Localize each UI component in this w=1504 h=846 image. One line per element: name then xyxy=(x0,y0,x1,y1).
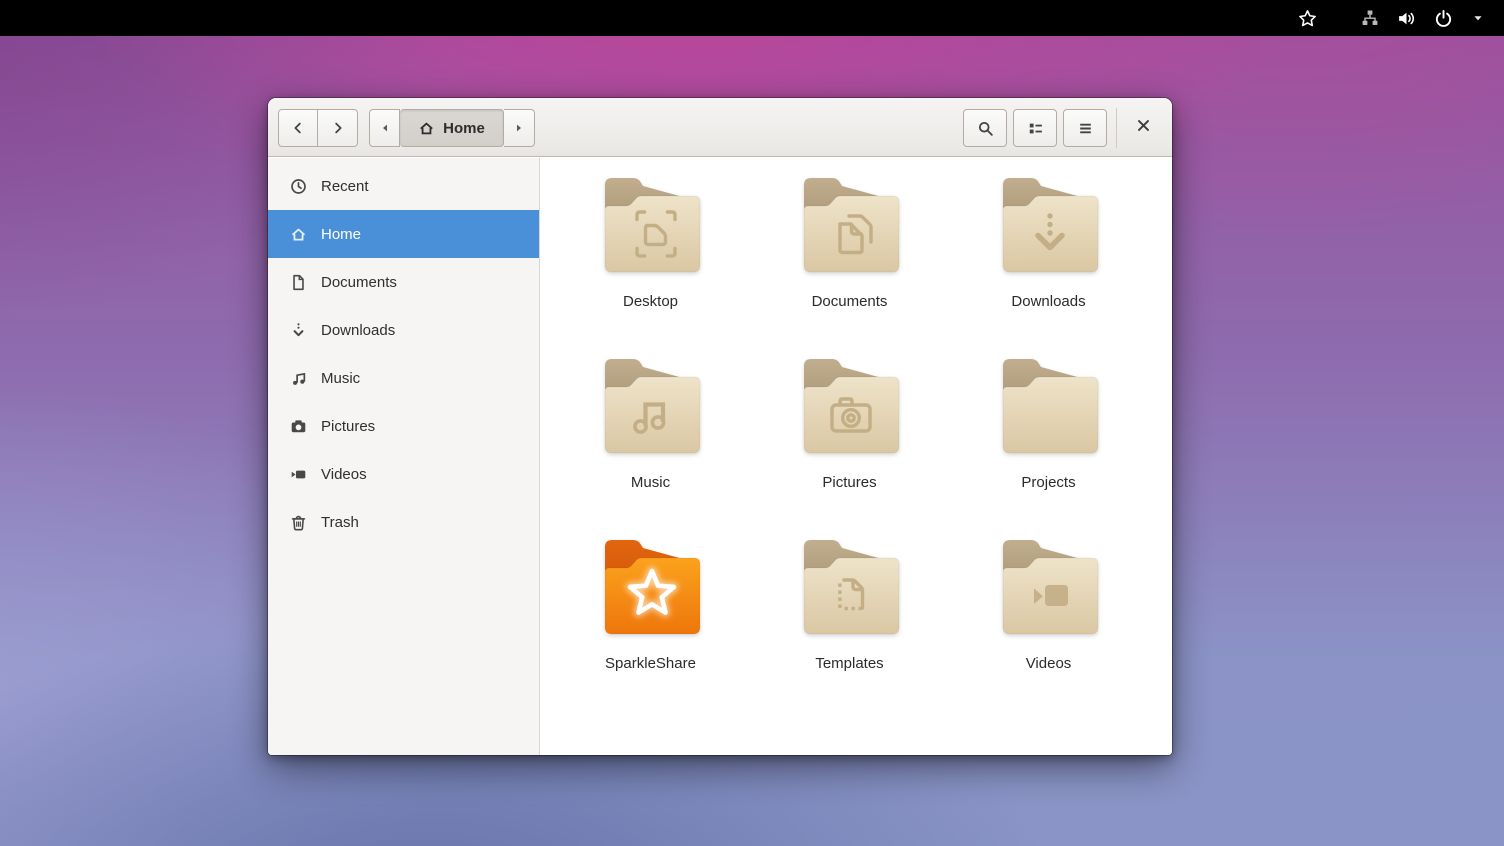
sidebar-item-pictures[interactable]: Pictures xyxy=(268,402,539,450)
mini-arrow-left-icon xyxy=(378,121,392,135)
power-button[interactable] xyxy=(1425,4,1462,32)
favorites-star-button[interactable] xyxy=(1289,4,1326,32)
network-icon xyxy=(1361,9,1379,27)
window-content: Recent Home Documents Downloads Music Picture… xyxy=(268,158,1172,755)
file-label: Downloads xyxy=(1011,293,1085,310)
view-list-icon xyxy=(1027,120,1044,137)
file-projects[interactable]: Projects xyxy=(949,355,1148,491)
home-icon xyxy=(290,226,307,243)
chevron-right-icon xyxy=(330,120,346,136)
music-icon xyxy=(290,370,307,387)
sidebar-item-trash[interactable]: Trash xyxy=(268,498,539,546)
sidebar-item-downloads[interactable]: Downloads xyxy=(268,306,539,354)
forward-button[interactable] xyxy=(318,109,358,147)
sidebar-item-label: Music xyxy=(321,370,360,387)
file-templates[interactable]: Templates xyxy=(750,536,949,672)
session-menu-button[interactable] xyxy=(1462,4,1494,32)
sidebar-item-label: Documents xyxy=(321,274,397,291)
sidebar-item-music[interactable]: Music xyxy=(268,354,539,402)
menu-button[interactable] xyxy=(1063,109,1107,147)
file-label: Projects xyxy=(1021,474,1075,491)
mini-arrow-right-icon xyxy=(512,121,526,135)
desktop-wallpaper: Home xyxy=(0,0,1504,846)
camera-icon xyxy=(290,418,307,435)
sidebar-item-videos[interactable]: Videos xyxy=(268,450,539,498)
headerbar: Home xyxy=(268,98,1172,157)
file-view: Desktop Documents xyxy=(541,158,1172,755)
sidebar-item-label: Pictures xyxy=(321,418,375,435)
volume-icon xyxy=(1397,9,1416,28)
network-button[interactable] xyxy=(1352,4,1388,32)
sidebar-item-label: Trash xyxy=(321,514,359,531)
sidebar-item-documents[interactable]: Documents xyxy=(268,258,539,306)
file-videos[interactable]: Videos xyxy=(949,536,1148,672)
folder-icon xyxy=(997,174,1101,281)
chevron-down-icon xyxy=(1471,11,1485,25)
folder-icon xyxy=(599,355,703,462)
back-button[interactable] xyxy=(278,109,318,147)
folder-icon xyxy=(599,174,703,281)
file-label: Desktop xyxy=(623,293,678,310)
folder-icon xyxy=(599,536,703,643)
sidebar-item-label: Downloads xyxy=(321,322,395,339)
view-toggle-button[interactable] xyxy=(1013,109,1057,147)
path-scroll-left-button[interactable] xyxy=(369,109,400,147)
path-scroll-right-button[interactable] xyxy=(504,109,535,147)
close-button[interactable] xyxy=(1126,111,1160,145)
trash-icon xyxy=(290,514,307,531)
folder-icon xyxy=(997,355,1101,462)
search-icon xyxy=(977,120,994,137)
sidebar-item-label: Home xyxy=(321,226,361,243)
file-documents[interactable]: Documents xyxy=(750,174,949,310)
video-icon xyxy=(290,466,307,483)
home-glyph-icon xyxy=(418,120,435,137)
headerbar-separator xyxy=(1116,108,1117,148)
files-window: Home xyxy=(268,98,1172,755)
sidebar-item-label: Recent xyxy=(321,178,369,195)
folder-icon xyxy=(798,536,902,643)
file-label: Music xyxy=(631,474,670,491)
close-icon xyxy=(1135,117,1152,139)
file-label: Templates xyxy=(815,655,883,672)
file-label: SparkleShare xyxy=(605,655,696,672)
places-sidebar: Recent Home Documents Downloads Music Picture… xyxy=(268,158,540,755)
document-icon xyxy=(290,274,307,291)
file-downloads[interactable]: Downloads xyxy=(949,174,1148,310)
file-label: Documents xyxy=(812,293,888,310)
favorites-star-icon xyxy=(1298,9,1317,28)
file-music[interactable]: Music xyxy=(551,355,750,491)
files-grid: Desktop Documents xyxy=(551,174,1148,672)
download-icon xyxy=(290,322,307,339)
sidebar-item-recent[interactable]: Recent xyxy=(268,162,539,210)
hamburger-icon xyxy=(1077,120,1094,137)
location-label: Home xyxy=(443,120,485,137)
search-button[interactable] xyxy=(963,109,1007,147)
gnome-top-bar xyxy=(0,0,1504,36)
file-sparkleshare[interactable]: SparkleShare xyxy=(551,536,750,672)
folder-icon xyxy=(997,536,1101,643)
file-label: Videos xyxy=(1026,655,1072,672)
recent-icon xyxy=(290,178,307,195)
sidebar-item-home[interactable]: Home xyxy=(268,210,539,258)
file-pictures[interactable]: Pictures xyxy=(750,355,949,491)
location-home-button[interactable]: Home xyxy=(400,109,504,147)
power-icon xyxy=(1434,9,1453,28)
file-label: Pictures xyxy=(822,474,876,491)
chevron-left-icon xyxy=(290,120,306,136)
volume-button[interactable] xyxy=(1388,4,1425,32)
file-desktop[interactable]: Desktop xyxy=(551,174,750,310)
sidebar-item-label: Videos xyxy=(321,466,367,483)
folder-icon xyxy=(798,355,902,462)
folder-icon xyxy=(798,174,902,281)
